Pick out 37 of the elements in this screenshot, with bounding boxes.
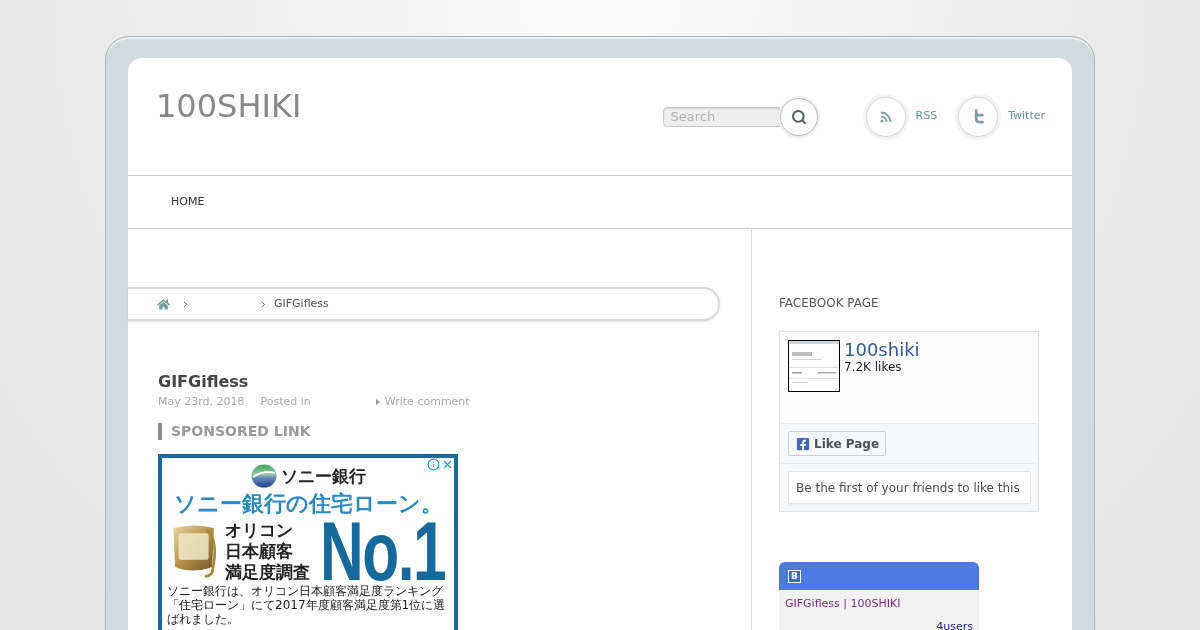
award-text: オリコン xyxy=(225,520,294,541)
breadcrumb-current: GIFGifless xyxy=(274,295,329,312)
close-icon[interactable] xyxy=(441,458,454,471)
rss-icon xyxy=(865,96,906,137)
bookmark-title-link[interactable]: GIFGifless | 100SHIKI xyxy=(785,597,973,611)
like-page-button[interactable]: Like Page xyxy=(788,431,886,456)
page-thumbnail[interactable] xyxy=(788,340,840,392)
bookmark-count-link[interactable]: 4users xyxy=(936,620,973,630)
award-text: 日本顧客 xyxy=(225,541,294,562)
page-name-link[interactable]: 100shiki xyxy=(844,340,920,360)
twitter-icon xyxy=(958,96,999,137)
chevron-icon xyxy=(181,299,190,309)
post-title: GIFGifless xyxy=(158,372,250,392)
posted-in-label: Posted in xyxy=(260,395,311,409)
ad-rank: No.1 xyxy=(320,520,446,582)
ad-brand: ソニー銀行 xyxy=(280,465,366,487)
home-icon[interactable] xyxy=(157,297,170,311)
friends-note: Be the first of your friends to like this xyxy=(788,471,1031,504)
search-button[interactable] xyxy=(779,97,818,136)
award-text: 満足度調査 xyxy=(225,562,310,583)
chevron-icon xyxy=(259,299,268,309)
likes-count: 7.2K likes xyxy=(844,360,903,375)
nav-link[interactable]: HOME xyxy=(171,193,205,211)
facebook-icon xyxy=(796,436,810,451)
post-date: May 23rd, 2018 xyxy=(158,395,245,409)
ad-headline: ソニー銀行の住宅ローン。 xyxy=(172,491,444,517)
ad-footnote: 「住宅ローン」にて2017年度顧客満足度第1位に選ばれました。 xyxy=(167,598,447,626)
sidebar-heading: FACEBOOK PAGE xyxy=(779,296,880,311)
section-heading: SPONSORED LINK xyxy=(158,423,751,440)
bookmark-logo: B xyxy=(788,569,801,583)
info-icon[interactable] xyxy=(427,458,440,471)
search-icon xyxy=(790,108,807,125)
swirl-logo-icon xyxy=(250,464,277,488)
triangle-icon xyxy=(375,399,380,405)
ad-footnote: ソニー銀行は、オリコン日本顧客満足度ランキング xyxy=(167,584,444,598)
site-title[interactable]: 100SHIKI xyxy=(156,90,302,122)
search-field[interactable]: Search xyxy=(662,106,780,127)
